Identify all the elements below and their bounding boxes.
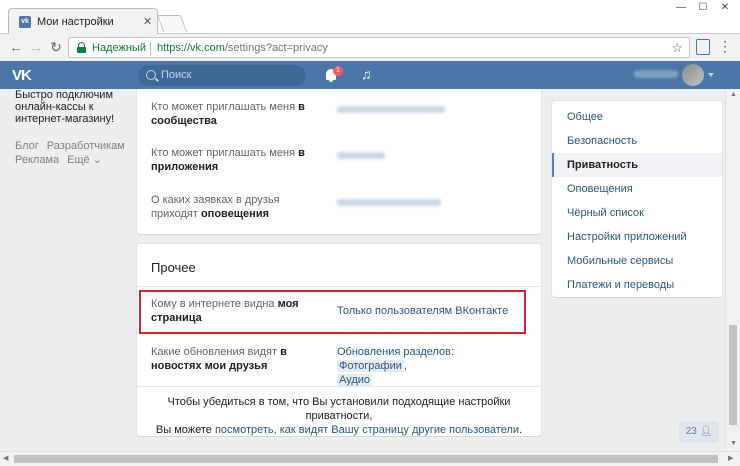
notifications-badge: 1 xyxy=(333,66,343,76)
browser-menu-icon[interactable]: ⋮ xyxy=(718,38,732,54)
profile-caret-icon[interactable] xyxy=(708,73,714,77)
settings-menu: Общее Безопасность Приватность Оповещени… xyxy=(552,101,722,297)
row-value-friend-requests[interactable] xyxy=(337,196,441,210)
link-blog[interactable]: Блог xyxy=(15,140,39,152)
footer-line1: Чтобы убедиться в том, что Вы установили… xyxy=(167,396,511,422)
scroll-up-icon[interactable]: ▲ xyxy=(730,91,737,98)
vk-header: VK Поиск 1 ♫ xyxy=(0,61,740,89)
row-label-news-updates: Какие обновления видят в новостях мои др… xyxy=(151,346,287,372)
search-input[interactable]: Поиск xyxy=(138,65,306,86)
row-label-page-visibility: Кому в интернете видна моя страница xyxy=(151,298,299,324)
bookmark-star-icon[interactable]: ☆ xyxy=(671,40,683,56)
view-as-others-link[interactable]: посмотреть, как видят Вашу страницу друг… xyxy=(215,424,519,436)
minimize-icon[interactable]: — xyxy=(670,1,692,15)
horizontal-scrollbar[interactable]: ◀ ▶ xyxy=(0,451,740,466)
window-close-icon[interactable]: ✕ xyxy=(714,1,736,15)
footer-divider xyxy=(137,386,541,387)
tab-close-icon[interactable]: ✕ xyxy=(143,15,152,28)
section-divider xyxy=(137,286,541,287)
row-value-apps[interactable] xyxy=(337,149,385,163)
menu-item-privacy[interactable]: Приватность xyxy=(552,153,722,177)
horizontal-scroll-thumb[interactable] xyxy=(14,455,718,463)
updates-chip-photos[interactable]: Фотографии xyxy=(337,360,404,372)
link-ads[interactable]: Реклама xyxy=(15,154,59,166)
menu-item-mobile-services[interactable]: Мобильные сервисы xyxy=(552,249,722,273)
avatar[interactable] xyxy=(682,64,704,86)
row-label-apps: Кто может приглашать меня в приложения xyxy=(151,147,305,173)
url-text[interactable]: https://vk.com/settings?act=privacy xyxy=(157,42,328,54)
secure-label: Надежный xyxy=(92,42,146,54)
link-more[interactable]: Ещё ⌄ xyxy=(67,154,102,166)
news-updates-select[interactable]: Обновления разделов: Фотографии, Аудио xyxy=(337,345,527,387)
scroll-left-icon[interactable]: ◀ xyxy=(3,454,8,462)
privacy-card-invites: Кто может приглашать меня в сообщества К… xyxy=(137,89,541,234)
updates-chip-audio[interactable]: Аудио xyxy=(337,374,373,386)
url-host: https://vk.com xyxy=(157,42,225,54)
row-label-communities: Кто может приглашать меня в сообщества xyxy=(151,101,305,127)
maximize-icon[interactable]: ☐ xyxy=(692,1,714,15)
scroll-right-icon[interactable]: ▶ xyxy=(728,454,733,462)
vk-logo[interactable]: VK xyxy=(12,67,32,84)
footer-line2-suffix: . xyxy=(519,424,523,436)
link-developers[interactable]: Разработчикам xyxy=(47,140,125,152)
row-label-friend-requests: О каких заявках в друзья приходят оповещ… xyxy=(151,194,280,220)
promo-text[interactable]: Быстро подключим онлайн-кассы к интернет… xyxy=(15,89,125,125)
left-footer-links: Блог Разработчикам Реклама Ещё ⌄ xyxy=(15,139,133,167)
scroll-down-icon[interactable]: ▼ xyxy=(730,440,737,447)
footer-line2-prefix: Вы можете xyxy=(155,424,215,436)
user-name-blurred[interactable] xyxy=(634,70,678,78)
back-arrow-icon[interactable]: ← xyxy=(8,39,24,55)
menu-item-blacklist[interactable]: Чёрный список xyxy=(552,201,722,225)
address-separator xyxy=(150,42,151,55)
vertical-scrollbar[interactable]: ▲ ▼ xyxy=(725,89,740,451)
menu-item-general[interactable]: Общее xyxy=(552,105,722,129)
menu-item-app-settings[interactable]: Настройки приложений xyxy=(552,225,722,249)
search-placeholder: Поиск xyxy=(161,69,192,81)
window-controls: — ☐ ✕ xyxy=(670,1,736,15)
updates-prefix: Обновления разделов: xyxy=(337,346,455,358)
vertical-scroll-thumb[interactable] xyxy=(729,325,737,425)
browser-tab[interactable]: vk Мои настройки ✕ xyxy=(8,8,158,35)
new-tab-button[interactable] xyxy=(156,15,188,32)
browser-toolbar: ← → ↻ Надежный https://vk.com/settings?a… xyxy=(0,34,740,61)
vk-favicon-icon: vk xyxy=(19,16,31,28)
forward-arrow-icon[interactable]: → xyxy=(28,39,44,55)
person-icon: 👤︎ xyxy=(699,426,713,437)
lock-icon xyxy=(77,42,86,53)
online-friends-counter[interactable]: 23 👤︎ xyxy=(679,421,719,443)
page-visibility-select[interactable]: Только пользователям ВКонтакте xyxy=(337,304,508,318)
url-path: /settings?act=privacy xyxy=(224,42,328,54)
section-title-other: Прочее xyxy=(151,260,196,275)
privacy-card-other: Прочее Кому в интернете видна моя страни… xyxy=(137,244,541,436)
search-icon xyxy=(146,70,156,80)
tab-title: Мои настройки xyxy=(37,16,114,28)
address-bar[interactable]: Надежный https://vk.com/settings?act=pri… xyxy=(68,37,690,58)
menu-item-notifications[interactable]: Оповещения xyxy=(552,177,722,201)
page-body: Быстро подключим онлайн-кассы к интернет… xyxy=(0,89,740,451)
menu-item-payments[interactable]: Платежи и переводы xyxy=(552,273,722,297)
extension-icon[interactable] xyxy=(696,39,710,55)
browser-tabstrip: vk Мои настройки ✕ — ☐ ✕ xyxy=(0,0,740,35)
privacy-footer-note: Чтобы убедиться в том, что Вы установили… xyxy=(137,395,541,437)
row-value-communities[interactable] xyxy=(337,103,445,117)
music-note-icon[interactable]: ♫ xyxy=(361,66,372,82)
reload-icon[interactable]: ↻ xyxy=(48,39,64,55)
menu-item-security[interactable]: Безопасность xyxy=(552,129,722,153)
